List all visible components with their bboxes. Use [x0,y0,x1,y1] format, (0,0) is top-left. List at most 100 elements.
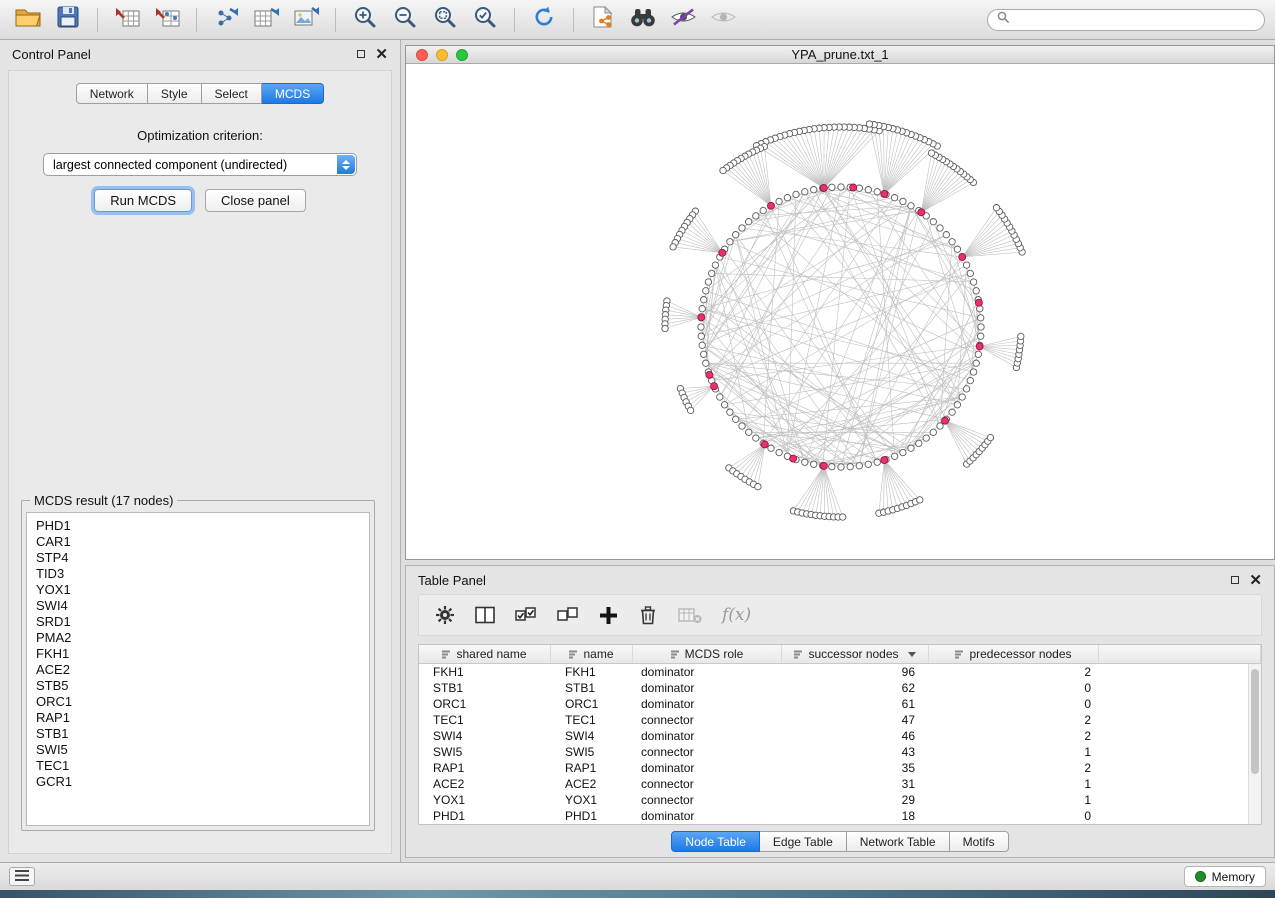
column-header-successor-nodes[interactable]: successor nodes [782,645,929,663]
hide-selected-button[interactable] [665,5,701,35]
float-panel-icon[interactable] [357,50,365,58]
memory-button[interactable]: Memory [1184,866,1266,887]
cell-predecessor_nodes: 2 [929,760,1099,776]
refresh-button[interactable] [526,5,562,35]
criterion-select[interactable]: largest connected component (undirected) [43,153,357,176]
column-header-name[interactable]: name [551,645,633,663]
zoom-selected-button[interactable] [467,5,503,35]
column-header-filler [1099,645,1261,663]
maximize-window-icon[interactable] [456,49,468,61]
deselect-all-rows-button[interactable] [557,606,579,624]
network-graph[interactable] [406,65,1274,561]
import-network-icon [154,5,181,34]
column-header-predecessor-nodes[interactable]: predecessor nodes [929,645,1099,663]
tab-select[interactable]: Select [202,83,262,104]
table-panel-title: Table Panel [418,573,486,588]
mcds-result-item[interactable]: STP4 [36,550,369,566]
mcds-result-item[interactable]: PMA2 [36,630,369,646]
select-all-rows-button[interactable] [515,606,537,624]
cell-filler [1099,744,1261,760]
zoom-in-button[interactable] [347,5,383,35]
table-row[interactable]: STB1STB1dominator620 [419,680,1261,696]
mcds-result-item[interactable]: ACE2 [36,662,369,678]
mcds-result-item[interactable]: SWI4 [36,598,369,614]
open-folder-icon [15,6,41,33]
mcds-result-item[interactable]: CAR1 [36,534,369,550]
open-folder-button[interactable] [10,5,46,35]
close-panel-button[interactable]: Close panel [205,189,306,212]
sort-icon [955,650,964,659]
search-network-button[interactable] [625,5,661,35]
toolbar-separator [335,8,336,32]
share-session-button[interactable] [585,5,621,35]
search-field[interactable] [987,9,1265,31]
tab-style[interactable]: Style [148,83,202,104]
export-image-button[interactable] [288,5,324,35]
delete-column-button[interactable] [638,605,658,625]
tab-mcds[interactable]: MCDS [262,83,324,104]
status-menu-button[interactable] [9,867,35,886]
column-header-shared-name[interactable]: shared name [419,645,551,663]
search-input[interactable] [1016,13,1255,27]
zoom-out-button[interactable] [387,5,423,35]
dropdown-stepper-icon [337,155,355,174]
table-vertical-scrollbar[interactable] [1248,664,1261,824]
table-row[interactable]: ACE2ACE2connector311 [419,776,1261,792]
search-icon [997,11,1010,29]
close-window-icon[interactable] [416,49,428,61]
export-table-button[interactable] [248,5,284,35]
table-row[interactable]: YOX1YOX1connector291 [419,792,1261,808]
scrollbar-thumb[interactable] [1251,669,1259,774]
mcds-result-item[interactable]: GCR1 [36,774,369,790]
zoom-fit-button[interactable] [427,5,463,35]
table-row[interactable]: TEC1TEC1connector472 [419,712,1261,728]
show-columns-button[interactable] [475,605,495,625]
mcds-result-item[interactable]: RAP1 [36,710,369,726]
table-settings-button[interactable] [435,605,455,625]
table-row[interactable]: FKH1FKH1dominator962 [419,664,1261,680]
table-tab-edge-table[interactable]: Edge Table [760,831,847,852]
show-all-button[interactable] [705,5,741,35]
table-row[interactable]: RAP1RAP1dominator352 [419,760,1261,776]
table-row[interactable]: SWI4SWI4dominator462 [419,728,1261,744]
sort-icon [569,650,578,659]
import-table-button[interactable] [109,5,145,35]
run-mcds-button[interactable]: Run MCDS [94,189,192,212]
column-header-MCDS-role[interactable]: MCDS role [633,645,782,663]
save-session-button[interactable] [50,5,86,35]
mcds-result-item[interactable]: SRD1 [36,614,369,630]
table-tab-network-table[interactable]: Network Table [847,831,950,852]
table-tab-node-table[interactable]: Node Table [671,831,760,852]
close-panel-icon[interactable]: ✕ [375,47,388,62]
minimize-window-icon[interactable] [436,49,448,61]
mcds-result-item[interactable]: STB1 [36,726,369,742]
mcds-result-item[interactable]: FKH1 [36,646,369,662]
export-network-button[interactable] [208,5,244,35]
mcds-result-item[interactable]: YOX1 [36,582,369,598]
cell-filler [1099,712,1261,728]
tab-network[interactable]: Network [76,83,148,104]
function-builder-button[interactable]: f(x) [722,605,751,625]
table-row[interactable]: ORC1ORC1dominator610 [419,696,1261,712]
table-row[interactable]: SWI5SWI5connector431 [419,744,1261,760]
control-panel-title: Control Panel [12,47,91,62]
column-dropdown-icon[interactable] [908,652,916,657]
mcds-result-item[interactable]: SWI5 [36,742,369,758]
mcds-result-list[interactable]: PHD1CAR1STP4TID3YOX1SWI4SRD1PMA2FKH1ACE2… [26,512,370,826]
float-table-panel-icon[interactable] [1231,576,1239,584]
mcds-result-item[interactable]: STB5 [36,678,369,694]
table-row[interactable]: PHD1PHD1dominator180 [419,808,1261,824]
table-tab-motifs[interactable]: Motifs [950,831,1009,852]
mcds-result-item[interactable]: PHD1 [36,518,369,534]
close-table-panel-icon[interactable]: ✕ [1249,573,1262,588]
network-window-titlebar[interactable]: YPA_prune.txt_1 [406,46,1274,64]
mcds-result-item[interactable]: TEC1 [36,758,369,774]
network-canvas[interactable] [406,65,1274,559]
import-network-button[interactable] [149,5,185,35]
table-panel: Table Panel ✕ f(x) shared namenameMCDS r… [405,565,1275,858]
mcds-result-item[interactable]: ORC1 [36,694,369,710]
cell-shared_name: PHD1 [419,808,551,824]
mcds-result-item[interactable]: TID3 [36,566,369,582]
cell-filler [1099,680,1261,696]
add-column-button[interactable] [599,606,618,625]
